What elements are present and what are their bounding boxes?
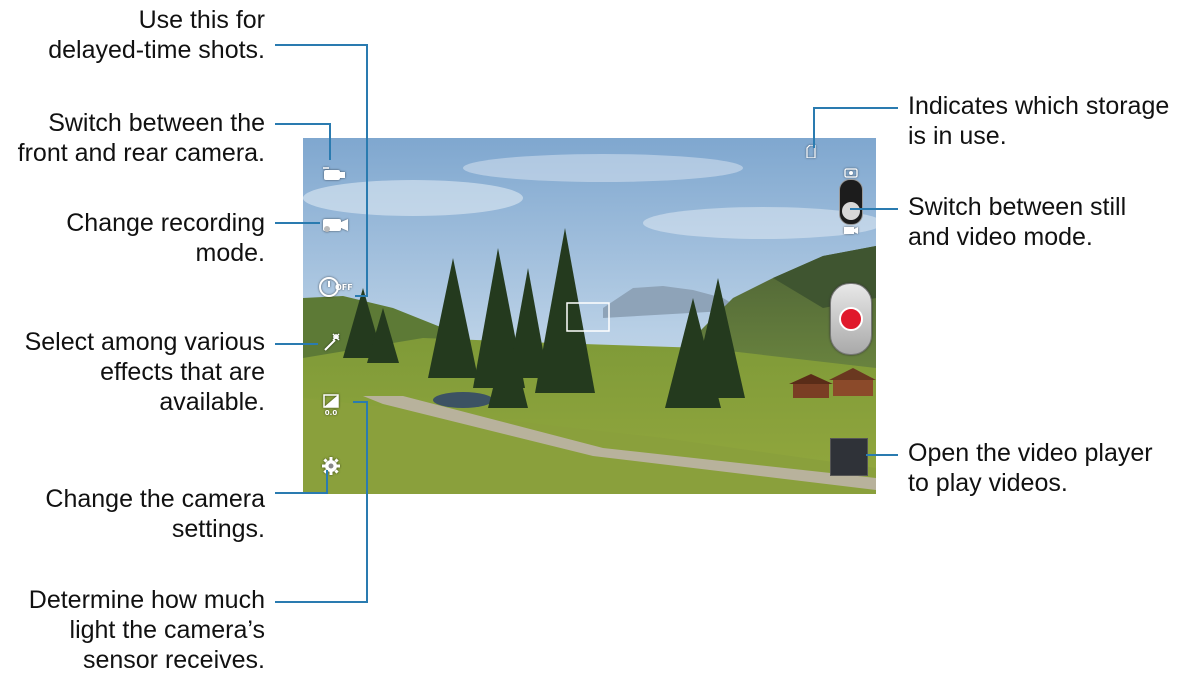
gear-icon[interactable] [321,456,341,476]
exposure-value: 0.0 [324,408,338,417]
camera-icon [844,166,858,178]
callout-recording-mode: Change recording mode. [66,209,265,267]
callout-video-player: Open the video player to play videos. [908,439,1153,497]
sd-card-icon [805,144,817,158]
callout-exposure: Determine how much light the camera’s sens… [28,586,265,674]
timer-label: OFF [335,283,353,292]
callout-effects: Select among various effects that are avai… [24,328,265,416]
timer-off-icon[interactable]: OFF [317,274,357,300]
camera-flip-icon[interactable] [321,164,347,184]
magic-wand-icon[interactable] [321,332,343,354]
record-dot [839,307,863,331]
callout-storage: Indicates which storage is in use. [908,92,1170,150]
camera-viewfinder: OFF 0.0 [303,138,876,494]
landscape-preview [303,138,876,494]
video-player-thumbnail[interactable] [830,438,868,476]
callout-mode-switch: Switch between still and video mode. [908,193,1127,251]
video-icon [843,225,859,235]
mode-switch-knob [842,202,860,220]
exposure-icon[interactable]: 0.0 [319,390,343,420]
record-button[interactable] [830,283,872,355]
callout-settings: Change the camera settings. [45,485,265,543]
callout-switch-camera: Switch between the front and rear camera. [17,109,265,167]
callout-timer: Use this for delayed-time shots. [48,6,265,64]
video-mode-icon[interactable] [321,214,349,236]
mode-switch[interactable] [839,179,863,225]
